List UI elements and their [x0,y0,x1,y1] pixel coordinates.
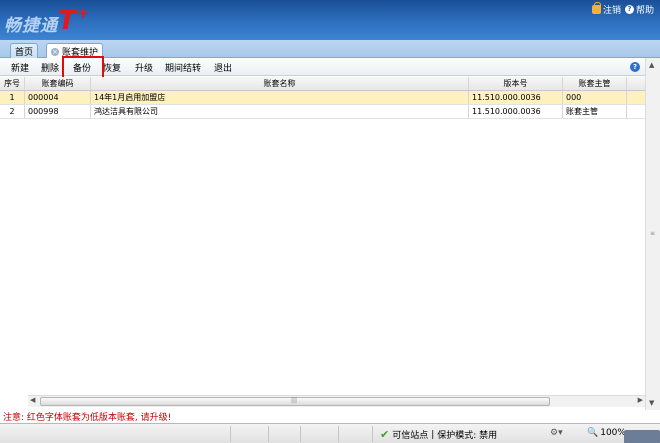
col-header-index[interactable]: 序号 [0,77,25,90]
scroll-grip-icon: ||| [291,397,298,404]
keyboard-icon [624,430,660,443]
zoom-level: 100% [600,428,626,438]
check-icon: ✔ [380,428,390,441]
security-zone[interactable]: ✔ 可信站点 | 保护模式: 禁用 [380,428,497,441]
tab-home-label: 首页 [15,47,34,58]
col-header-extra [627,77,645,90]
logout-label: 注销 [602,6,621,16]
table-row[interactable]: 2 000998 鸿达洁具有限公司 11.510.000.0036 账套主管 [0,105,645,119]
cell-extra [627,91,645,104]
logo-t: T [58,6,77,36]
scroll-down-icon[interactable]: ▼ [649,399,654,407]
cell-version: 11.510.000.0036 [469,105,563,118]
cell-code: 000004 [25,91,91,104]
help-icon[interactable]: ? [630,62,640,72]
logo-plus: + [76,4,91,22]
scroll-thumb[interactable]: ||| [40,397,550,406]
table-header: 序号 账套编码 账套名称 版本号 账套主管 [0,77,645,91]
horizontal-scrollbar[interactable]: ◀ ||| ▶ [28,395,645,407]
table-row[interactable]: 1 000004 14年1月启用加盟店 11.510.000.0036 000 [0,91,645,105]
scroll-left-icon[interactable]: ◀ [30,396,35,404]
header-links: 注销 ? 帮助 [591,2,654,16]
help-icon: ? [624,5,634,14]
zoom-control[interactable]: 🔍 100% [587,428,626,438]
new-button[interactable]: 新建 [11,61,29,74]
cell-extra [627,105,645,118]
account-table: 序号 账套编码 账套名称 版本号 账套主管 1 000004 14年1月启用加盟… [0,77,645,119]
settings-icon[interactable]: ⚙▾ [550,428,563,438]
cell-code: 000998 [25,105,91,118]
delete-button[interactable]: 删除 [41,61,59,74]
col-header-owner[interactable]: 账套主管 [563,77,627,90]
period-carryover-button[interactable]: 期间结转 [165,61,201,74]
trusted-site-label: 可信站点 [392,431,429,441]
col-header-name[interactable]: 账套名称 [91,77,469,90]
magnifier-icon: 🔍 [587,428,599,438]
lock-icon [591,2,601,14]
vertical-scrollbar[interactable]: ▲ ≡ ▼ [645,58,660,410]
logout-link[interactable]: 注销 [591,2,621,16]
cell-name: 14年1月启用加盟店 [91,91,469,104]
exit-button[interactable]: 退出 [214,61,232,74]
status-divider [338,426,339,442]
upgrade-button[interactable]: 升级 [135,61,153,74]
cell-name: 鸿达洁具有限公司 [91,105,469,118]
app-header: 畅捷通T+ 注销 ? 帮助 [0,0,660,40]
cell-index: 2 [0,105,25,118]
app-logo: 畅捷通T+ [4,4,91,36]
status-separator: | [431,429,435,440]
cell-version: 11.510.000.0036 [469,91,563,104]
tab-home[interactable]: 首页 [10,43,39,58]
status-bar: ✔ 可信站点 | 保护模式: 禁用 ⚙▾ 🔍 100% [0,423,660,443]
col-header-code[interactable]: 账套编码 [25,77,91,90]
scroll-up-icon[interactable]: ▲ [649,61,654,69]
status-divider [268,426,269,442]
restore-button[interactable]: 恢复 [103,61,121,74]
help-label: 帮助 [635,6,654,16]
upgrade-note: 注意: 红色字体账套为低版本账套, 请升级! [3,413,172,423]
status-divider [230,426,231,442]
scroll-grip-icon: ≡ [650,230,656,237]
cell-owner: 000 [563,91,627,104]
protected-mode-label: 保护模式: 禁用 [437,431,498,441]
help-link[interactable]: ? 帮助 [624,3,654,16]
status-divider [372,426,373,442]
status-divider [300,426,301,442]
logo-text: 畅捷通 [4,16,58,36]
col-header-version[interactable]: 版本号 [469,77,563,90]
cell-index: 1 [0,91,25,104]
scroll-right-icon[interactable]: ▶ [638,396,643,404]
close-icon[interactable]: × [51,47,59,56]
cell-owner: 账套主管 [563,105,627,118]
